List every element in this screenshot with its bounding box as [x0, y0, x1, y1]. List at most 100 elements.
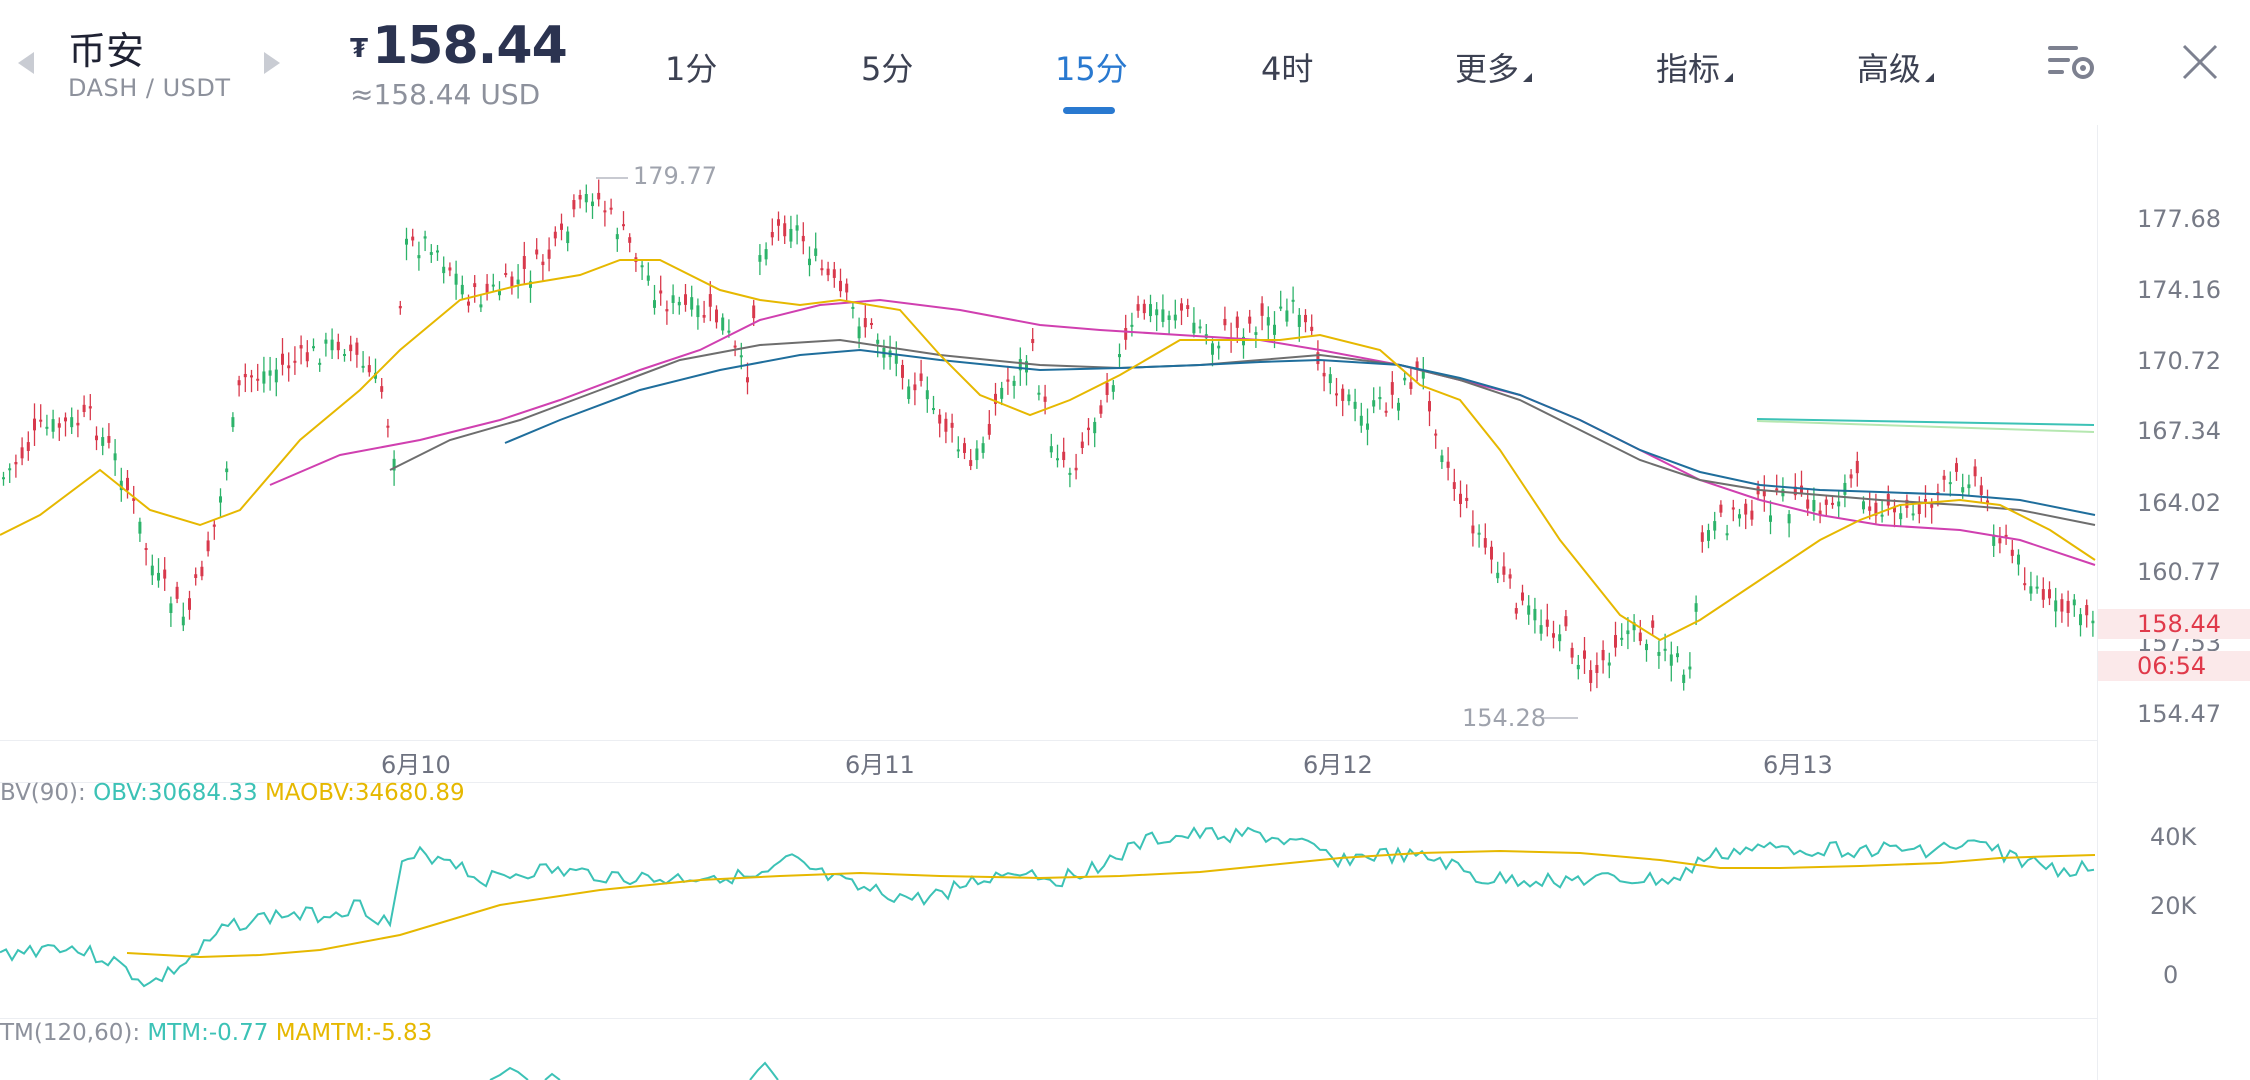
candle-body [1111, 385, 1115, 392]
candle-body [1738, 514, 1741, 519]
candle-body [268, 370, 272, 376]
candle-body [516, 279, 520, 285]
candle-body [1161, 309, 1165, 322]
candle-body [1452, 482, 1456, 489]
candle-body [1056, 458, 1059, 461]
candle-body [1471, 525, 1475, 534]
candle-body [1948, 482, 1952, 485]
candle-body [2029, 586, 2033, 594]
candle-body [144, 548, 148, 551]
candle-body [963, 443, 966, 453]
candle-body [1434, 433, 1438, 436]
candle-body [243, 373, 247, 378]
candle-body [181, 616, 185, 626]
candle-body [708, 294, 712, 307]
candle-body [1880, 514, 1884, 517]
price-axis-label: 160.77 [2137, 558, 2221, 586]
candle-body [64, 417, 67, 422]
candle-body [721, 317, 725, 331]
candle-body [1087, 427, 1090, 431]
mtm-indicator-legend: TM(120,60): MTM:-0.77 MAMTM:-5.83 [0, 1020, 432, 1046]
candle-body [2035, 586, 2039, 589]
candle-body [2072, 599, 2076, 606]
candle-body [2054, 600, 2058, 612]
candle-body [336, 341, 340, 351]
obv-axis-label: 0 [2163, 961, 2179, 989]
candle-body [1068, 472, 1072, 475]
candle-body [1651, 620, 1655, 628]
candle-body [14, 462, 18, 465]
candle-body [95, 435, 98, 441]
candle-body [1669, 654, 1673, 666]
mtm-value: MTM:-0.77 [147, 1020, 269, 1046]
candle-body [876, 339, 880, 344]
candle-body [640, 265, 644, 268]
candle-body [1973, 466, 1977, 477]
candle-body [175, 586, 179, 599]
candle-body [2048, 589, 2051, 599]
candle-body [76, 422, 80, 426]
candle-body [1062, 451, 1066, 461]
candle-body [863, 318, 867, 328]
candle-body [1930, 504, 1934, 508]
candle-body [1899, 513, 1903, 520]
candle-body [1105, 382, 1109, 395]
candle-body [659, 290, 663, 294]
candle-body [150, 565, 154, 576]
candle-body [913, 384, 917, 391]
candle-body [566, 231, 570, 244]
candle-body [1322, 372, 1326, 377]
candle-body [1979, 485, 1983, 495]
candle-body [318, 362, 322, 365]
candle-body [758, 255, 762, 262]
candle-body [82, 404, 86, 413]
candle-body [938, 414, 942, 424]
candle-body [225, 468, 229, 473]
candle-body [1663, 648, 1667, 651]
candle-body [609, 207, 613, 210]
candle-body [591, 201, 594, 207]
candle-body [1694, 603, 1698, 612]
candle-body [1142, 303, 1146, 314]
candle-body [1967, 484, 1971, 489]
candle-body [1446, 461, 1450, 468]
candle-body [1378, 397, 1382, 400]
candle-body [1347, 394, 1351, 402]
candle-body [2085, 605, 2089, 616]
candle-body [299, 345, 303, 349]
candle-body [1576, 664, 1580, 670]
candle-body [1638, 632, 1642, 642]
candle-body [1372, 400, 1376, 407]
candle-body [200, 566, 204, 577]
candle-body [2066, 600, 2070, 613]
candle-body [1155, 309, 1159, 316]
candle-body [1465, 497, 1469, 501]
candle-body [287, 365, 291, 369]
candle-body [671, 295, 675, 303]
candle-body [1353, 401, 1357, 409]
candle-body [1304, 314, 1307, 323]
candle-body [386, 425, 390, 428]
candle-body [739, 355, 743, 358]
obv-axis-label: 20K [2150, 892, 2197, 920]
kline-chart[interactable] [0, 0, 2250, 1080]
candle-body [1180, 303, 1183, 311]
candle-body [343, 353, 346, 356]
candle-body [684, 294, 687, 305]
candle-body [473, 283, 477, 288]
candle-body [1260, 303, 1264, 316]
candle-body [405, 238, 408, 245]
candle-body [987, 423, 991, 435]
price-axis-label: 154.47 [2137, 700, 2221, 728]
candle-body [715, 309, 718, 323]
candle-body [1620, 637, 1624, 640]
candle-body [510, 276, 514, 287]
candle-body [727, 330, 731, 333]
candle-body [1043, 396, 1047, 402]
candle-body [1570, 647, 1574, 658]
obv-axis-label: 40K [2150, 823, 2197, 851]
price-axis-label: 170.72 [2137, 347, 2221, 375]
candle-body [163, 569, 167, 579]
candle-body [597, 192, 601, 200]
candle-body [442, 266, 446, 274]
